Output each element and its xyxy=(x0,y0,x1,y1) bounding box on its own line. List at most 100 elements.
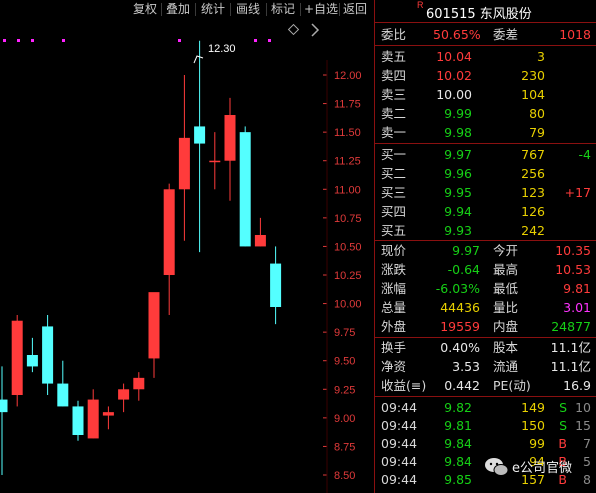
tick-price: 9.81 xyxy=(444,418,472,433)
bid-row[interactable]: 买五 9.93 242 xyxy=(375,221,596,240)
tick-volume: 149 xyxy=(521,400,545,415)
divider xyxy=(375,143,596,144)
tick-time: 09:44 xyxy=(381,472,418,487)
y-axis-tick-label: 10.50 xyxy=(334,241,362,253)
candle-up[interactable] xyxy=(102,412,114,416)
candle-up[interactable] xyxy=(224,115,236,161)
fund-label: 股本 xyxy=(493,340,519,355)
mark-button[interactable]: 标记 xyxy=(271,0,295,19)
candle-down[interactable] xyxy=(194,126,206,144)
y-axis-tick-label: 8.50 xyxy=(334,470,355,482)
ask-volume: 104 xyxy=(521,87,545,102)
toolbar-divider xyxy=(266,3,267,16)
ask-row[interactable]: 卖一 9.98 79 xyxy=(375,123,596,142)
y-axis-tick-label: 10.25 xyxy=(334,270,362,282)
candle-up[interactable] xyxy=(118,389,130,400)
back-button[interactable]: 返回 xyxy=(343,0,367,19)
candle-up[interactable] xyxy=(87,399,99,439)
ask-row[interactable]: 卖四 10.02 230 xyxy=(375,66,596,85)
tick-price: 9.85 xyxy=(444,472,472,487)
fund-value: 11.1亿 xyxy=(550,340,591,355)
stat-label: 外盘 xyxy=(381,319,407,334)
bid-row[interactable]: 买二 9.96 256 xyxy=(375,164,596,183)
ask-price: 9.98 xyxy=(444,125,472,140)
stat-value: 19559 xyxy=(440,319,480,334)
stat-value: 9.81 xyxy=(563,281,591,296)
candle-up[interactable] xyxy=(209,160,221,163)
watermark-text: e公司官微 xyxy=(512,461,572,476)
candle-up[interactable] xyxy=(148,292,160,359)
chart-toolbar: 复权 叠加 统计 画线 标记 +自选 返回 xyxy=(0,0,373,20)
y-axis-tick-label: 11.00 xyxy=(334,184,361,196)
candle-down[interactable] xyxy=(26,355,38,367)
y-axis-tick-label: 9.25 xyxy=(334,384,355,396)
stat-value: 10.53 xyxy=(555,262,591,277)
tick-count: 15 xyxy=(575,418,591,433)
candle-down[interactable] xyxy=(239,132,251,247)
wechat-icon xyxy=(485,458,509,476)
bid-volume: 256 xyxy=(521,166,545,181)
divider xyxy=(375,22,596,23)
tick-price: 9.84 xyxy=(444,454,472,469)
bid-price: 9.93 xyxy=(444,223,472,238)
ask-row[interactable]: 卖三 10.00 104 xyxy=(375,85,596,104)
candle-down[interactable] xyxy=(270,263,282,307)
add-watchlist-button[interactable]: +自选 xyxy=(304,0,338,19)
stock-header: R 601515 东风股份 xyxy=(375,0,596,22)
overlay-button[interactable]: 叠加 xyxy=(166,0,190,19)
tick-price: 9.84 xyxy=(444,436,472,451)
candle-down[interactable] xyxy=(0,399,8,413)
stock-code: 601515 xyxy=(426,7,476,22)
ask-volume: 80 xyxy=(529,106,545,121)
bid-row[interactable]: 买四 9.94 126 xyxy=(375,202,596,221)
candle-down[interactable] xyxy=(72,406,84,435)
stat-row: 涨跌 -0.64 最高 10.53 xyxy=(375,260,596,279)
ask-row[interactable]: 卖二 9.99 80 xyxy=(375,104,596,123)
toolbar-divider xyxy=(339,3,340,16)
weibi-value: 50.65% xyxy=(433,27,481,42)
stat-label: 最低 xyxy=(493,281,519,296)
restore-rights-button[interactable]: 复权 xyxy=(133,0,157,19)
ask-row[interactable]: 卖五 10.04 3 xyxy=(375,47,596,66)
stat-row: 涨幅 -6.03% 最低 9.81 xyxy=(375,279,596,298)
candle-down[interactable] xyxy=(57,383,69,407)
ask-price: 10.02 xyxy=(436,68,472,83)
ask-price: 10.00 xyxy=(436,87,472,102)
fund-value: 0.442 xyxy=(444,378,480,393)
bid-label: 买三 xyxy=(381,185,407,200)
signal-marker xyxy=(254,39,257,42)
bid-price: 9.97 xyxy=(444,147,472,162)
candle-up[interactable] xyxy=(163,189,175,275)
bid-label: 买一 xyxy=(381,147,407,162)
quote-panel: R 601515 东风股份 委比 50.65% 委差 1018 卖五 10.04 3… xyxy=(374,0,596,493)
y-axis-tick-label: 11.50 xyxy=(334,127,361,139)
diamond-icon[interactable] xyxy=(287,23,300,36)
bid-volume: 767 xyxy=(521,147,545,162)
bid-delta: +17 xyxy=(564,185,591,200)
tick-side: B xyxy=(558,436,567,451)
kline-chart[interactable]: 12.00 11.75 11.50 11.25 11.00 10.75 10.50 10.25… xyxy=(0,20,374,493)
candle-up[interactable] xyxy=(11,320,23,395)
statistics-button[interactable]: 统计 xyxy=(201,0,225,19)
candle-up[interactable] xyxy=(254,235,266,247)
stat-value: 10.35 xyxy=(555,243,591,258)
stat-label: 涨幅 xyxy=(381,281,407,296)
bid-price: 9.96 xyxy=(444,166,472,181)
chevron-right-icon[interactable] xyxy=(311,23,320,37)
bid-price: 9.95 xyxy=(444,185,472,200)
bid-row[interactable]: 买一 9.97 767 -4 xyxy=(375,145,596,164)
bid-row[interactable]: 买三 9.95 123 +17 xyxy=(375,183,596,202)
draw-line-button[interactable]: 画线 xyxy=(236,0,260,19)
trade-tick-row: 09:44 9.82 149 S 10 xyxy=(375,398,596,417)
stat-row: 外盘 19559 内盘 24877 xyxy=(375,317,596,336)
ask-label: 卖二 xyxy=(381,106,407,121)
candle-up[interactable] xyxy=(178,137,190,190)
signal-marker xyxy=(3,39,6,42)
fund-label: 换手 xyxy=(381,340,407,355)
stat-label: 内盘 xyxy=(493,319,519,334)
fund-value: 16.9 xyxy=(563,378,591,393)
candle-up[interactable] xyxy=(133,377,145,390)
trade-tick-row: 09:44 9.84 99 B 7 xyxy=(375,434,596,453)
order-ratio-row: 委比 50.65% 委差 1018 xyxy=(375,25,596,44)
candle-down[interactable] xyxy=(42,326,54,384)
